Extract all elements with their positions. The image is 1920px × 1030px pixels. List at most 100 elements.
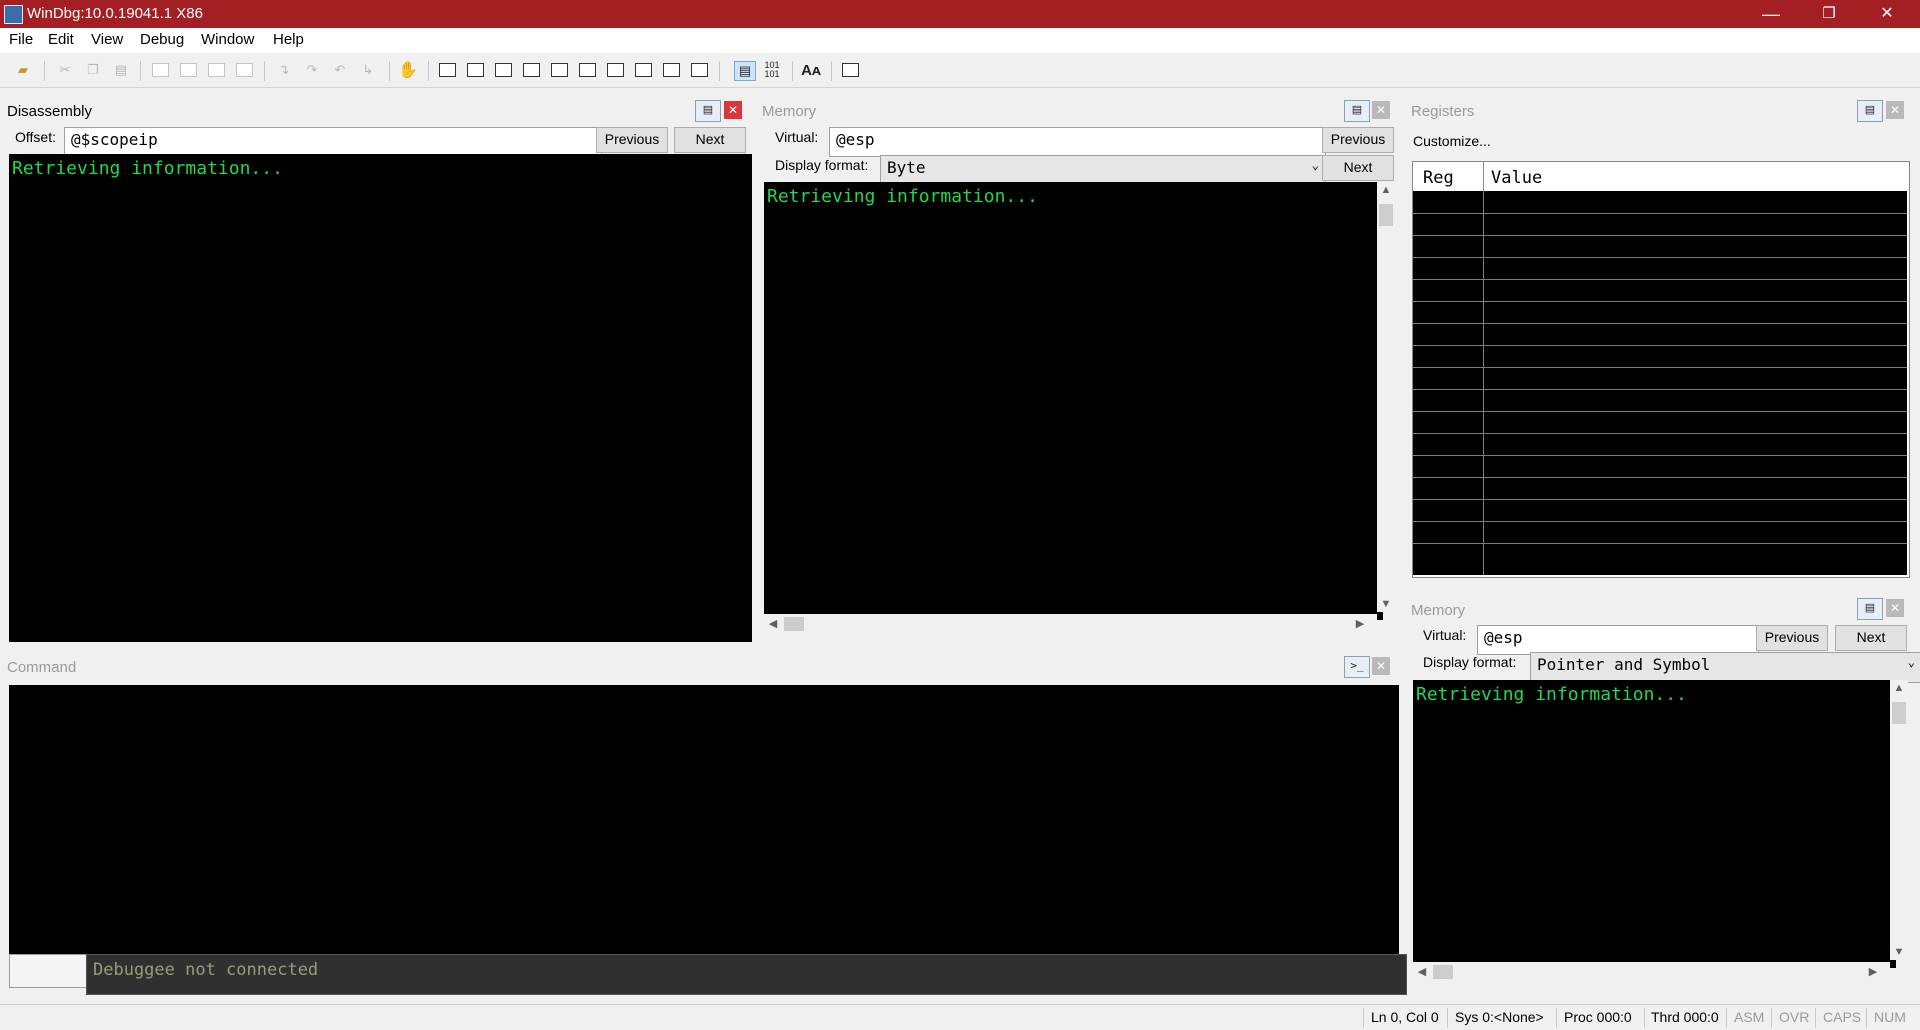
disassembly-next-button[interactable]: Next <box>674 127 746 153</box>
command-options-icon[interactable]: >_ <box>1344 656 1370 678</box>
menu-edit[interactable]: Edit <box>48 31 74 48</box>
virtual-address-input[interactable]: @esp <box>1477 625 1759 655</box>
chevron-down-icon: ⌄ <box>1311 158 1319 172</box>
memory-window-icon[interactable] <box>549 61 569 79</box>
step-over-icon[interactable]: ↷ <box>302 61 322 79</box>
disassembly-pane: Disassembly ▤ ✕ Offset: @$scopeip Previo… <box>0 96 752 642</box>
memory-close-icon[interactable]: ✕ <box>1372 101 1390 119</box>
value-column-header[interactable]: Value <box>1491 168 1542 188</box>
asm-indicator: ASM <box>1734 1009 1765 1025</box>
menu-debug[interactable]: Debug <box>140 31 184 48</box>
command-pane: Command >_ ✕ Debuggee not connected <box>0 652 1407 995</box>
processes-threads-icon[interactable] <box>661 61 681 79</box>
offset-input[interactable]: @$scopeip <box>64 127 602 157</box>
command-browser-icon[interactable] <box>689 61 709 79</box>
restore-button[interactable]: ❐ <box>1800 0 1858 28</box>
locals-window-icon[interactable] <box>493 61 513 79</box>
disassembly-options-icon[interactable]: ▤ <box>695 100 721 122</box>
break-icon[interactable] <box>234 61 254 79</box>
disassembly-previous-button[interactable]: Previous <box>596 127 668 153</box>
status-bar: Ln 0, Col 0 Sys 0:<None> Proc 000:0 Thrd… <box>0 1004 1920 1030</box>
disassembly-title: Disassembly <box>7 103 93 120</box>
memory-previous-button[interactable]: Previous <box>1322 127 1394 153</box>
command-prompt-label <box>9 954 87 988</box>
cut-icon[interactable]: ✂ <box>55 61 75 79</box>
chevron-down-icon: ⌄ <box>1907 655 1915 669</box>
run-to-cursor-icon[interactable]: ↳ <box>358 61 378 79</box>
thrd-indicator: Thrd 000:0 <box>1651 1009 1719 1025</box>
disassembly-output[interactable]: Retrieving information... <box>9 154 752 642</box>
registers-window-icon[interactable] <box>521 61 541 79</box>
options-icon[interactable] <box>840 61 860 79</box>
memory-output[interactable]: Retrieving information... <box>1413 680 1896 968</box>
command-window-icon[interactable] <box>437 61 457 79</box>
memory-next-button[interactable]: Next <box>1835 625 1907 651</box>
font-icon[interactable]: Aᴀ <box>801 61 821 79</box>
scroll-right-icon[interactable]: ▶ <box>1351 617 1369 630</box>
registers-pane: Registers ▤ ✕ Customize... Reg Value <box>1407 96 1915 586</box>
command-output[interactable] <box>9 685 1399 957</box>
memory-vertical-scrollbar[interactable]: ▲ ▼ <box>1377 182 1395 612</box>
display-format-select[interactable]: Pointer and Symbol ⌄ <box>1530 652 1920 683</box>
sys-indicator: Sys 0:<None> <box>1455 1009 1544 1025</box>
source-mode-icon[interactable]: ▤ <box>734 61 756 81</box>
memory-close-icon[interactable]: ✕ <box>1886 599 1904 617</box>
memory-options-icon[interactable]: ▤ <box>1344 100 1370 122</box>
proc-indicator: Proc 000:0 <box>1564 1009 1632 1025</box>
reg-column-header[interactable]: Reg <box>1423 168 1454 188</box>
registers-options-icon[interactable]: ▤ <box>1857 100 1883 122</box>
num-indicator: NUM <box>1874 1009 1906 1025</box>
step-out-icon[interactable]: ↶ <box>330 61 350 79</box>
display-format-label: Display format: <box>1423 654 1517 670</box>
hex-display-icon[interactable]: 101 101 <box>762 61 782 79</box>
scroll-down-icon[interactable]: ▼ <box>1377 598 1395 610</box>
display-format-value: Pointer and Symbol <box>1537 655 1711 674</box>
watch-window-icon[interactable] <box>465 61 485 79</box>
virtual-address-input[interactable]: @esp <box>829 127 1326 157</box>
scratch-pad-icon[interactable] <box>633 61 653 79</box>
memory-vertical-scrollbar[interactable]: ▲ ▼ <box>1890 680 1908 960</box>
memory-next-button[interactable]: Next <box>1322 155 1394 181</box>
memory-pane-1: Memory ▤ ✕ Virtual: @esp Previous Displa… <box>758 96 1397 642</box>
menu-window[interactable]: Window <box>201 31 254 48</box>
copy-icon[interactable]: ❐ <box>83 61 103 79</box>
menu-file[interactable]: File <box>9 31 33 48</box>
customize-link[interactable]: Customize... <box>1413 133 1491 149</box>
step-into-icon[interactable]: ↴ <box>274 61 294 79</box>
memory-horizontal-scrollbar[interactable]: ◀ ▶ <box>1413 962 1890 982</box>
call-stack-window-icon[interactable] <box>577 61 597 79</box>
scroll-left-icon[interactable]: ◀ <box>1413 965 1431 978</box>
disassembly-close-icon[interactable]: ✕ <box>724 101 742 119</box>
disassembly-window-icon[interactable] <box>605 61 625 79</box>
memory-options-icon[interactable]: ▤ <box>1857 598 1883 620</box>
scroll-up-icon[interactable]: ▲ <box>1377 184 1395 196</box>
open-folder-icon[interactable]: ▰ <box>13 61 33 79</box>
ovr-indicator: OVR <box>1779 1009 1810 1025</box>
menu-view[interactable]: View <box>91 31 123 48</box>
menu-bar: File Edit View Debug Window Help <box>0 28 1920 53</box>
memory-horizontal-scrollbar[interactable]: ◀ ▶ <box>764 614 1377 634</box>
scroll-down-icon[interactable]: ▼ <box>1890 946 1908 958</box>
memory-previous-button[interactable]: Previous <box>1756 625 1828 651</box>
minimize-button[interactable]: — <box>1742 0 1800 28</box>
stop-debugging-icon[interactable] <box>206 61 226 79</box>
registers-close-icon[interactable]: ✕ <box>1886 101 1904 119</box>
menu-help[interactable]: Help <box>273 31 304 48</box>
display-format-label: Display format: <box>775 157 869 173</box>
command-title: Command <box>7 659 77 676</box>
scroll-right-icon[interactable]: ▶ <box>1864 965 1882 978</box>
restart-icon[interactable] <box>178 61 198 79</box>
hand-icon[interactable]: ✋ <box>398 61 418 79</box>
go-icon[interactable] <box>150 61 170 79</box>
scroll-up-icon[interactable]: ▲ <box>1890 682 1908 694</box>
memory-pane-2: Memory ▤ ✕ Virtual: @esp Previous Next D… <box>1407 594 1920 994</box>
paste-icon[interactable]: ▤ <box>111 61 131 79</box>
cursor-position: Ln 0, Col 0 <box>1371 1009 1439 1025</box>
memory-output[interactable]: Retrieving information... <box>764 182 1383 620</box>
caps-indicator: CAPS <box>1823 1009 1862 1025</box>
command-input[interactable]: Debuggee not connected <box>86 954 1407 995</box>
scroll-left-icon[interactable]: ◀ <box>764 617 782 630</box>
command-close-icon[interactable]: ✕ <box>1372 657 1390 675</box>
close-button[interactable]: ✕ <box>1858 0 1916 28</box>
registers-table: Reg Value <box>1412 161 1910 578</box>
